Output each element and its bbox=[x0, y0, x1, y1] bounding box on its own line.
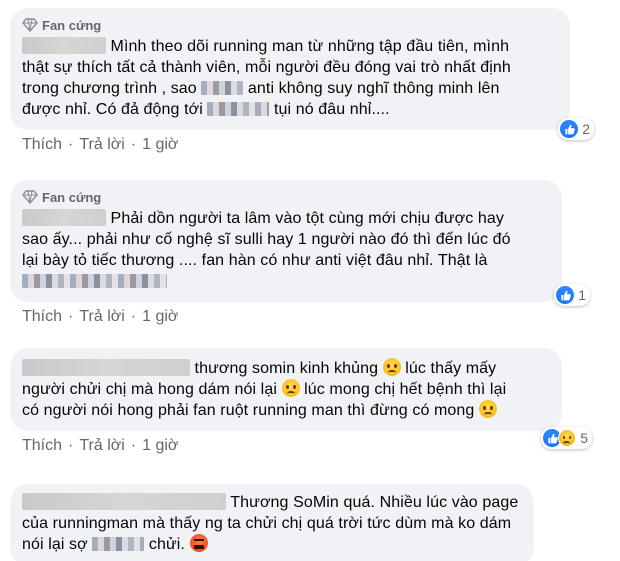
comment-bubble: Thương SoMin quá. Nhiều lúc vào page của… bbox=[10, 484, 534, 561]
author-name-blurred[interactable] bbox=[22, 493, 226, 510]
reply-link[interactable]: Trả lời bbox=[79, 136, 124, 154]
censored-name bbox=[92, 537, 145, 551]
comment-4: Thương SoMin quá. Nhiều lúc vào page của… bbox=[10, 484, 588, 561]
sad-icon bbox=[558, 429, 577, 447]
reaction-count: 5 bbox=[580, 430, 588, 446]
comment-text: Thương SoMin quá. Nhiều lúc vào page của… bbox=[22, 493, 519, 553]
reply-link[interactable]: Trả lời bbox=[79, 437, 124, 455]
censored-name bbox=[201, 81, 244, 95]
author-name-blurred[interactable] bbox=[22, 359, 190, 376]
sad-face-emoji bbox=[281, 379, 300, 397]
comment-actions: Thích · Trả lời · 1 giờ bbox=[10, 308, 588, 326]
comment-bubble: Fan cứng Phải dồn người ta lâm vào tột c… bbox=[10, 180, 590, 306]
comment-bubble: thương somin kinh khủng lúc thấy mấy ngư… bbox=[10, 348, 592, 449]
separator-dot: · bbox=[68, 136, 74, 153]
reply-link[interactable]: Trả lời bbox=[79, 308, 124, 326]
comment-bubble: Fan cứng Mình theo dõi running man từ nh… bbox=[10, 8, 594, 140]
diamond-icon bbox=[22, 18, 38, 33]
angry-face-emoji bbox=[189, 534, 208, 552]
separator-dot: · bbox=[130, 308, 137, 325]
reaction-count: 1 bbox=[578, 287, 586, 303]
comment-actions: Thích · Trả lời · 1 giờ bbox=[10, 437, 588, 455]
like-link[interactable]: Thích bbox=[22, 437, 62, 455]
censored-text bbox=[22, 274, 167, 288]
like-icon bbox=[560, 120, 579, 138]
author-name-blurred[interactable] bbox=[22, 37, 106, 54]
author-name-blurred[interactable] bbox=[22, 209, 106, 226]
separator-dot: · bbox=[130, 437, 137, 454]
comment-3: thương somin kinh khủng lúc thấy mấy ngư… bbox=[10, 348, 592, 455]
fan-badge: Fan cứng bbox=[22, 16, 558, 34]
badge-label: Fan cứng bbox=[42, 17, 102, 33]
reaction-count: 2 bbox=[582, 121, 590, 137]
comment-text: Phải dồn người ta lâm vào tột cùng mới c… bbox=[22, 208, 550, 292]
like-icon bbox=[556, 286, 575, 304]
reaction-summary[interactable]: 2 bbox=[558, 118, 594, 140]
diamond-icon bbox=[22, 190, 38, 205]
like-link[interactable]: Thích bbox=[22, 308, 62, 326]
timestamp-link[interactable]: 1 giờ bbox=[142, 136, 178, 154]
censored-name bbox=[207, 102, 270, 116]
badge-label: Fan cứng bbox=[42, 189, 102, 205]
comment-1: Fan cứng Mình theo dõi running man từ nh… bbox=[10, 8, 594, 154]
fan-badge: Fan cứng bbox=[22, 188, 550, 206]
like-link[interactable]: Thích bbox=[22, 136, 62, 154]
comment-2: Fan cứng Phải dồn người ta lâm vào tột c… bbox=[10, 180, 590, 326]
reaction-summary[interactable]: 5 bbox=[541, 427, 592, 449]
sad-face-emoji bbox=[382, 358, 401, 376]
separator-dot: · bbox=[130, 136, 137, 153]
sad-face-emoji bbox=[478, 400, 497, 418]
comment-text: thương somin kinh khủng lúc thấy mấy ngư… bbox=[22, 358, 507, 419]
reaction-summary[interactable]: 1 bbox=[554, 284, 590, 306]
comment-actions: Thích · Trả lời · 1 giờ bbox=[10, 136, 588, 154]
separator-dot: · bbox=[68, 437, 74, 454]
comment-text: Mình theo dõi running man từ những tập đ… bbox=[22, 37, 511, 118]
timestamp-link[interactable]: 1 giờ bbox=[142, 308, 178, 326]
separator-dot: · bbox=[68, 308, 74, 325]
timestamp-link[interactable]: 1 giờ bbox=[142, 437, 178, 455]
